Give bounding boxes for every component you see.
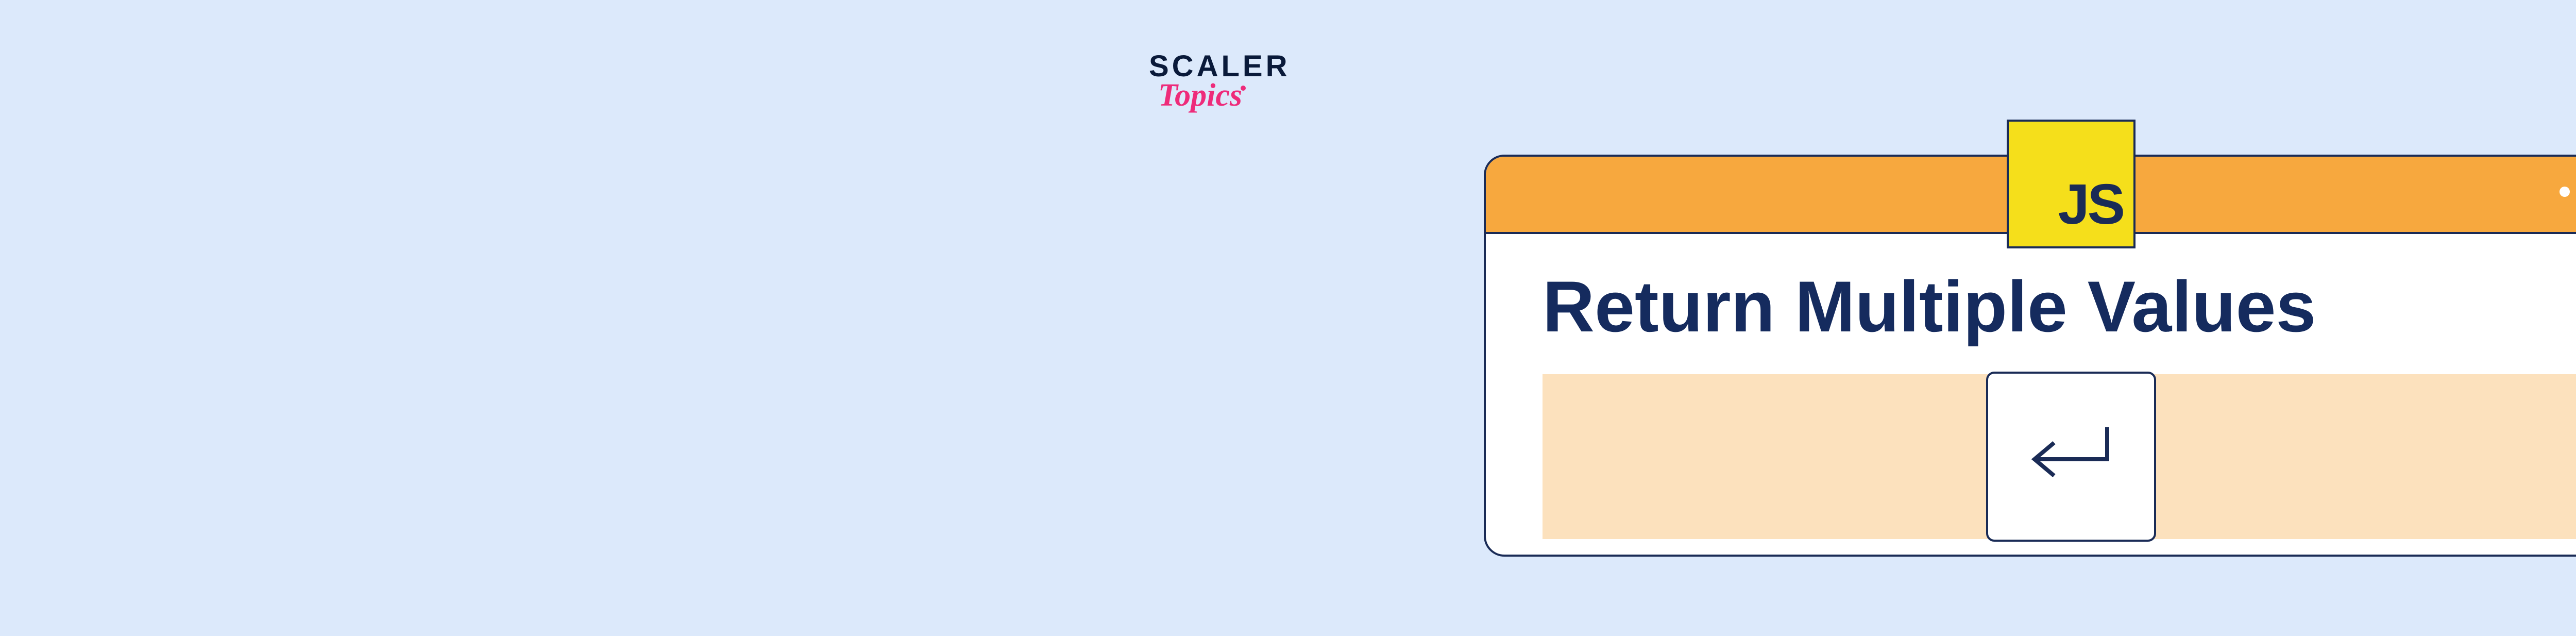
window-titlebar: JS xyxy=(1486,157,2576,234)
js-badge: JS xyxy=(2007,120,2136,248)
logo-topics-word: Topics xyxy=(1158,77,1242,114)
return-arrow-icon xyxy=(2022,417,2120,497)
window-control-dots xyxy=(2560,187,2576,197)
illustration-window: JS Return Multiple Values xyxy=(1484,155,2576,557)
scaler-topics-logo: SCALER Topics xyxy=(1149,49,1290,114)
return-key-icon xyxy=(1986,372,2156,542)
js-badge-text: JS xyxy=(2058,172,2123,237)
content-bar xyxy=(1543,374,2576,539)
window-dot xyxy=(2560,187,2570,197)
window-title: Return Multiple Values xyxy=(1543,265,2576,348)
window-content: Return Multiple Values xyxy=(1486,234,2576,565)
